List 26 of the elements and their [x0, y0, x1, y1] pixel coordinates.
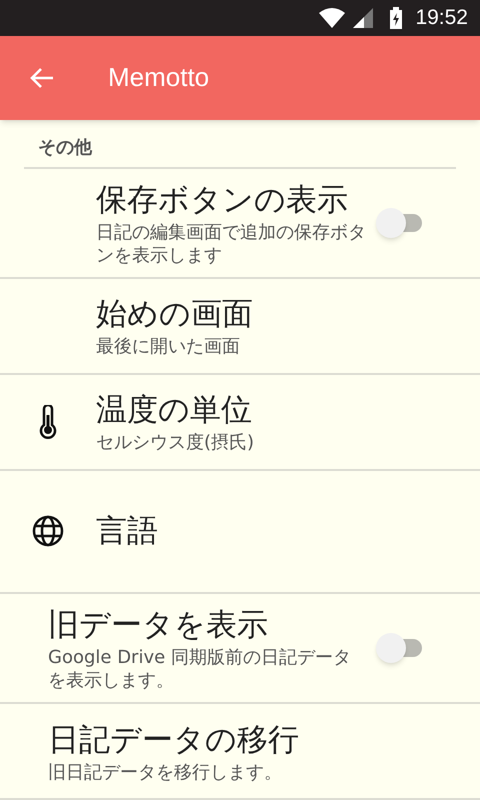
settings-item[interactable]: 言語: [0, 470, 480, 594]
signal-icon: [353, 8, 374, 28]
item-subtitle: 旧日記データを移行します。: [48, 760, 283, 784]
battery-icon: [389, 6, 404, 29]
item-subtitle: 日記の編集画面で追加の保存ボタンを表示します: [96, 220, 367, 267]
app-title: Memotto: [108, 61, 210, 94]
item-title: 日記データの移行: [48, 720, 300, 760]
back-arrow-icon: [30, 66, 54, 89]
settings-item[interactable]: 温度の単位 セルシウス度(摂氏): [0, 374, 480, 471]
settings-item[interactable]: 旧データを表示 Google Drive 同期版前の日記データを表示します。: [0, 594, 480, 704]
settings-item[interactable]: 始めの画面 最後に開いた画面: [0, 278, 480, 375]
item-title: 始めの画面: [96, 295, 254, 334]
globe-icon: [31, 514, 65, 548]
item-subtitle: 最後に開いた画面: [96, 335, 241, 358]
item-title: 旧データを表示: [48, 606, 269, 646]
settings-item[interactable]: 日記データの移行 旧日記データを移行します。: [0, 704, 480, 800]
section-header: その他: [38, 136, 92, 158]
wifi-icon: [319, 8, 346, 28]
item-title: 言語: [96, 512, 159, 552]
item-title: 温度の単位: [96, 391, 253, 430]
status-time: 19:52: [415, 5, 468, 32]
item-subtitle: Google Drive 同期版前の日記データを表示します。: [48, 646, 352, 692]
thermometer-icon: [39, 404, 57, 439]
item-subtitle: セルシウス度(摂氏): [96, 431, 256, 454]
item-title: 保存ボタンの表示: [96, 180, 349, 220]
settings-item[interactable]: 保存ボタンの表示 日記の編集画面で追加の保存ボタンを表示します: [0, 168, 480, 279]
